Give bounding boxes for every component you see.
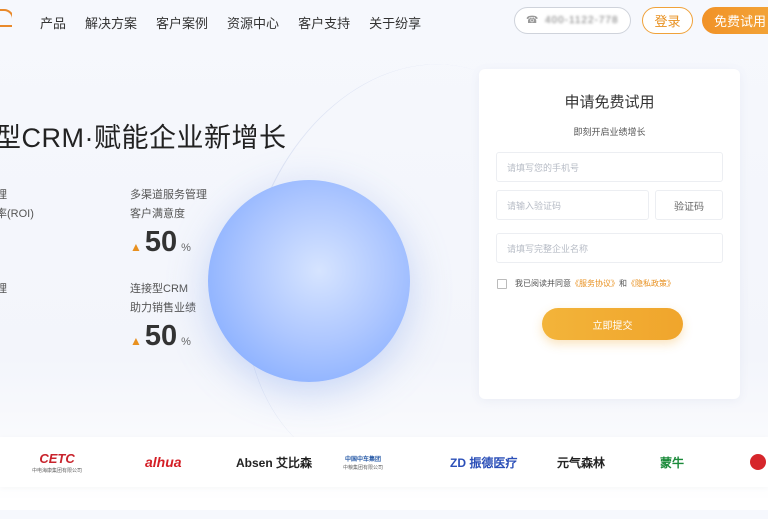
- nav-resources[interactable]: 资源中心: [227, 13, 279, 32]
- nav-about[interactable]: 关于纷享: [369, 13, 421, 32]
- up-arrow-icon: ▲: [130, 334, 142, 348]
- brand-logo[interactable]: [0, 9, 12, 33]
- up-arrow-icon: ▲: [130, 240, 142, 254]
- logo-cetc: CETC 中电海康集团有限公司: [32, 450, 83, 474]
- form-subtitle: 即刻开启业绩增长: [573, 127, 646, 137]
- metric-value-2: ▲ 50 %: [130, 226, 191, 258]
- login-button[interactable]: 登录: [642, 7, 693, 34]
- decorative-sphere: [208, 180, 410, 382]
- phone-icon: ☎: [526, 14, 539, 26]
- page-footer-space: [0, 498, 768, 510]
- privacy-policy-link[interactable]: 《隐私政策》: [627, 278, 675, 289]
- nav-support[interactable]: 客户支持: [298, 13, 350, 32]
- metric-label-1: 理率(ROI): [0, 189, 34, 220]
- get-code-button[interactable]: 验证码: [655, 190, 723, 220]
- nav-products[interactable]: 产品: [40, 13, 66, 32]
- submit-button[interactable]: 立即提交: [542, 308, 683, 340]
- phone-hotline[interactable]: ☎ 400-1122-778: [514, 7, 631, 34]
- logo-zhende: ZD 振德医疗: [450, 455, 518, 470]
- free-trial-button[interactable]: 免费试用: [702, 7, 768, 34]
- agree-checkbox[interactable]: [497, 278, 507, 289]
- logo-mark-icon: [0, 9, 12, 27]
- agreement-row: 我已阅读并同意 《服务协议》 和 《隐私政策》: [497, 278, 675, 289]
- logo-absen: Absen 艾比森: [236, 455, 313, 470]
- trial-form-card: 申请免费试用 即刻开启业绩增长 请填写您的手机号 请输入验证码 验证码 请填写完…: [479, 69, 740, 399]
- main-nav: 产品 解决方案 客户案例 资源中心 客户支持 关于纷享: [40, 13, 440, 32]
- agree-text: 我已阅读并同意: [515, 279, 571, 288]
- metric-label-3: 理: [0, 283, 7, 295]
- hero-title: 型CRM·赋能企业新增长: [0, 123, 287, 153]
- logo-partial: [750, 437, 766, 487]
- logo-mengniu: 蒙牛: [660, 455, 685, 470]
- phone-number: 400-1122-778: [545, 15, 619, 26]
- metric-label-2: 多渠道服务管理 客户满意度: [130, 189, 207, 220]
- logo-crrc: 中国中车集团 中粮集团有限公司: [343, 456, 384, 471]
- logo-yuanqi: 元气森林: [557, 455, 606, 470]
- agree-and-text: 和: [619, 279, 627, 288]
- customer-logos-strip: CETC 中电海康集团有限公司 alhua Absen 艾比森 中国中车集团 中…: [0, 437, 768, 487]
- metric-value-4: ▲ 50 %: [130, 320, 191, 352]
- nav-customer-cases[interactable]: 客户案例: [156, 13, 208, 32]
- form-title: 申请免费试用: [564, 94, 655, 111]
- phone-input[interactable]: 请填写您的手机号: [496, 152, 723, 182]
- metric-label-4: 连接型CRM 助力销售业绩: [130, 283, 196, 314]
- service-agreement-link[interactable]: 《服务协议》: [571, 278, 619, 289]
- top-header: 产品 解决方案 客户案例 资源中心 客户支持 关于纷享 ☎ 400-1122-7…: [0, 0, 768, 44]
- nav-solutions[interactable]: 解决方案: [85, 13, 137, 32]
- logo-dahua: alhua: [145, 454, 182, 470]
- verification-code-input[interactable]: 请输入验证码: [496, 190, 649, 220]
- partial-logo-icon: [750, 454, 766, 470]
- company-name-input[interactable]: 请填写完整企业名称: [496, 233, 723, 263]
